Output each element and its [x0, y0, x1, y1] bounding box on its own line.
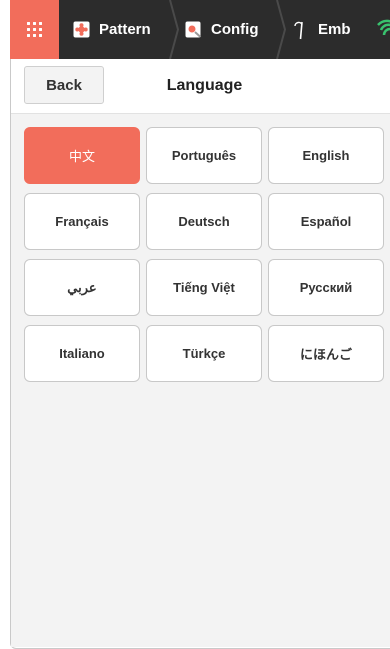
language-option-arabic[interactable]: عربي — [24, 259, 140, 316]
language-option-italian[interactable]: Italiano — [24, 325, 140, 382]
language-option-japanese[interactable]: にほんご — [268, 325, 384, 382]
menu-button[interactable] — [10, 0, 59, 59]
tab-pattern[interactable]: Pattern — [73, 0, 151, 59]
language-option-turkish[interactable]: Türkçe — [146, 325, 262, 382]
pattern-icon — [73, 21, 90, 38]
language-option-chinese[interactable]: 中文 — [24, 127, 140, 184]
tab-divider — [276, 0, 287, 59]
page-header: Back Language — [11, 59, 390, 114]
tab-divider — [169, 0, 180, 59]
config-icon — [185, 21, 202, 38]
top-navigation-bar: Pattern Config Emb — [10, 0, 390, 59]
language-option-vietnamese[interactable]: Tiếng Việt — [146, 259, 262, 316]
tab-pattern-label: Pattern — [99, 21, 151, 38]
tab-emb[interactable]: Emb — [292, 0, 351, 59]
language-option-german[interactable]: Deutsch — [146, 193, 262, 250]
tab-config[interactable]: Config — [185, 0, 258, 59]
language-option-russian[interactable]: Русский — [268, 259, 384, 316]
wifi-icon — [377, 19, 390, 36]
tab-config-label: Config — [211, 21, 259, 38]
needle-icon — [294, 21, 303, 39]
tab-emb-label: Emb — [318, 21, 351, 38]
language-option-french[interactable]: Français — [24, 193, 140, 250]
language-settings-page: Back Language 中文 Português English Franç… — [11, 59, 390, 647]
back-button[interactable]: Back — [24, 66, 104, 104]
page-title: Language — [166, 77, 243, 94]
language-grid: 中文 Português English Français Deutsch Es… — [24, 127, 384, 382]
language-option-spanish[interactable]: Español — [268, 193, 384, 250]
language-option-english[interactable]: English — [268, 127, 384, 184]
language-option-portuguese[interactable]: Português — [146, 127, 262, 184]
grid-menu-icon — [27, 22, 42, 37]
